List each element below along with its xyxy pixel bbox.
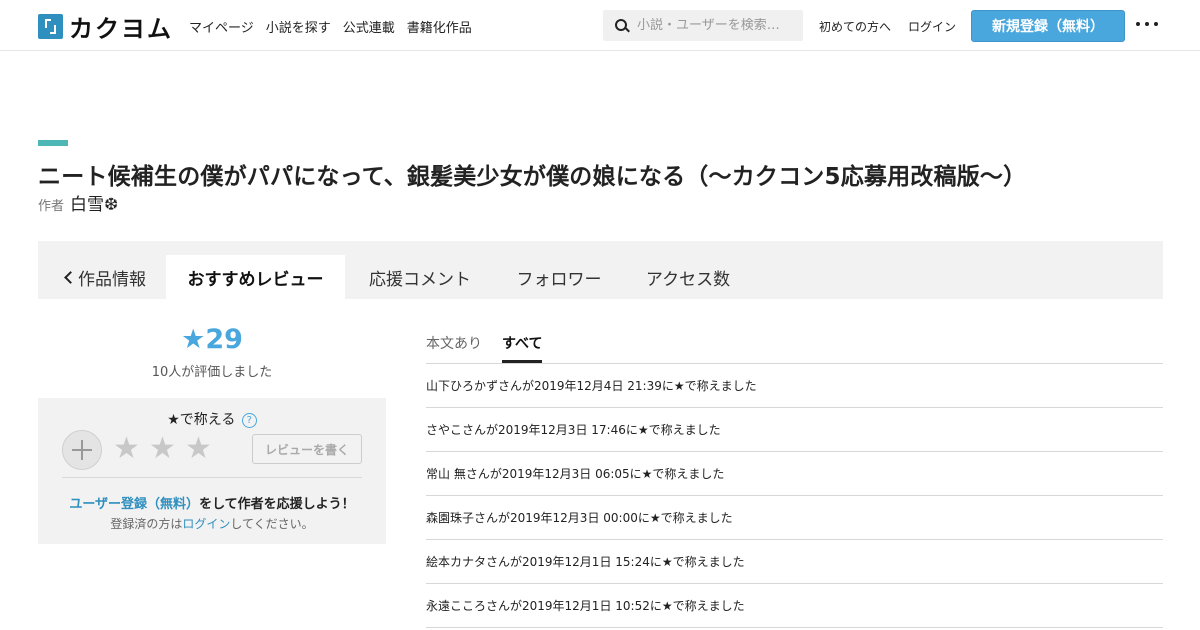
site-header: カクヨム マイページ 小説を探す 公式連載 書籍化作品 初めての方へ ログイン …	[0, 0, 1200, 51]
work-title[interactable]: ニート候補生の僕がパパになって、銀髪美少女が僕の娘になる（～カクコン5応募用改稿…	[38, 157, 1026, 191]
divider	[62, 477, 362, 478]
help-icon[interactable]: ?	[241, 413, 257, 428]
signup-button[interactable]: 新規登録（無料）	[971, 10, 1125, 42]
list-item[interactable]: 常山 無さんが2019年12月3日 06:05に★で称えました	[426, 452, 1163, 496]
tab-support-comments[interactable]: 応援コメント	[355, 255, 485, 299]
logo-text: カクヨム	[69, 14, 173, 43]
star-total: ★29	[181, 324, 243, 355]
author-line: 作者 白雪❆	[38, 190, 118, 215]
signup-cta: ユーザー登録（無料）をして作者を応援しよう！	[38, 493, 386, 512]
filter-with-text[interactable]: 本文あり	[426, 333, 482, 363]
list-item[interactable]: 森園珠子さんが2019年12月3日 00:00に★で称えました	[426, 496, 1163, 540]
search-box	[603, 10, 803, 41]
praise-box: ★で称える ? ★ ★ ★ レビューを書く ユーザー登録（無料）をして作者を応援…	[38, 398, 386, 544]
author-name[interactable]: 白雪❆	[70, 190, 118, 215]
work-tabs: 作品情報 おすすめレビュー 応援コメント フォロワー アクセス数	[38, 241, 1163, 299]
signup-cta-text: をして作者を応援しよう！	[199, 497, 355, 512]
search-input[interactable]	[637, 18, 797, 33]
list-item[interactable]: さやこさんが2019年12月3日 17:46に★で称えました	[426, 408, 1163, 452]
star-icon[interactable]: ★	[149, 429, 176, 469]
nav-find-novels[interactable]: 小説を探す	[266, 17, 331, 36]
login-prompt-pre: 登録済の方は	[110, 517, 183, 531]
more-menu-icon[interactable]	[1136, 22, 1158, 28]
filter-all[interactable]: すべて	[502, 333, 543, 363]
login-prompt-post: してください。	[230, 517, 314, 531]
tab-followers[interactable]: フォロワー	[503, 255, 615, 299]
author-label: 作者	[38, 199, 65, 214]
tab-label: 作品情報	[78, 269, 146, 290]
star-icon[interactable]: ★	[185, 429, 212, 469]
title-accent-bar	[38, 140, 68, 146]
praise-title-text: ★で称える	[167, 412, 236, 428]
review-filter-tabs: 本文あり すべて	[426, 330, 1163, 364]
nav-published-works[interactable]: 書籍化作品	[407, 17, 472, 36]
first-time-link[interactable]: 初めての方へ	[819, 18, 891, 35]
chevron-left-icon	[64, 270, 77, 284]
list-item[interactable]: 永遠こころさんが2019年12月1日 10:52に★で称えました	[426, 584, 1163, 628]
login-prompt-link[interactable]: ログイン	[182, 517, 230, 531]
nav-mypage[interactable]: マイページ	[189, 17, 254, 36]
review-list: 山下ひろかずさんが2019年12月4日 21:39に★で称えました さやこさんが…	[426, 364, 1163, 628]
login-link[interactable]: ログイン	[908, 18, 956, 35]
list-item[interactable]: 絵本カナタさんが2019年12月1日 15:24に★で称えました	[426, 540, 1163, 584]
nav-official-series[interactable]: 公式連載	[343, 17, 395, 36]
tab-recommended-reviews[interactable]: おすすめレビュー	[166, 255, 345, 299]
plus-icon[interactable]	[62, 430, 102, 470]
login-prompt: 登録済の方はログインしてください。	[38, 515, 386, 532]
search-icon[interactable]	[603, 10, 637, 41]
logo-mark-icon	[38, 13, 63, 39]
star-icon[interactable]: ★	[113, 429, 140, 469]
rater-count: 10人が評価しました	[151, 365, 273, 380]
write-review-button[interactable]: レビューを書く	[252, 434, 362, 464]
tab-work-info[interactable]: 作品情報	[52, 255, 156, 299]
tab-access-count[interactable]: アクセス数	[633, 255, 743, 299]
list-item[interactable]: 山下ひろかずさんが2019年12月4日 21:39に★で称えました	[426, 364, 1163, 408]
kakuyomu-logo[interactable]: カクヨム	[38, 12, 173, 43]
praise-title: ★で称える ?	[38, 409, 386, 429]
signup-cta-link[interactable]: ユーザー登録（無料）	[69, 497, 199, 512]
global-nav: マイページ 小説を探す 公式連載 書籍化作品	[189, 17, 472, 36]
